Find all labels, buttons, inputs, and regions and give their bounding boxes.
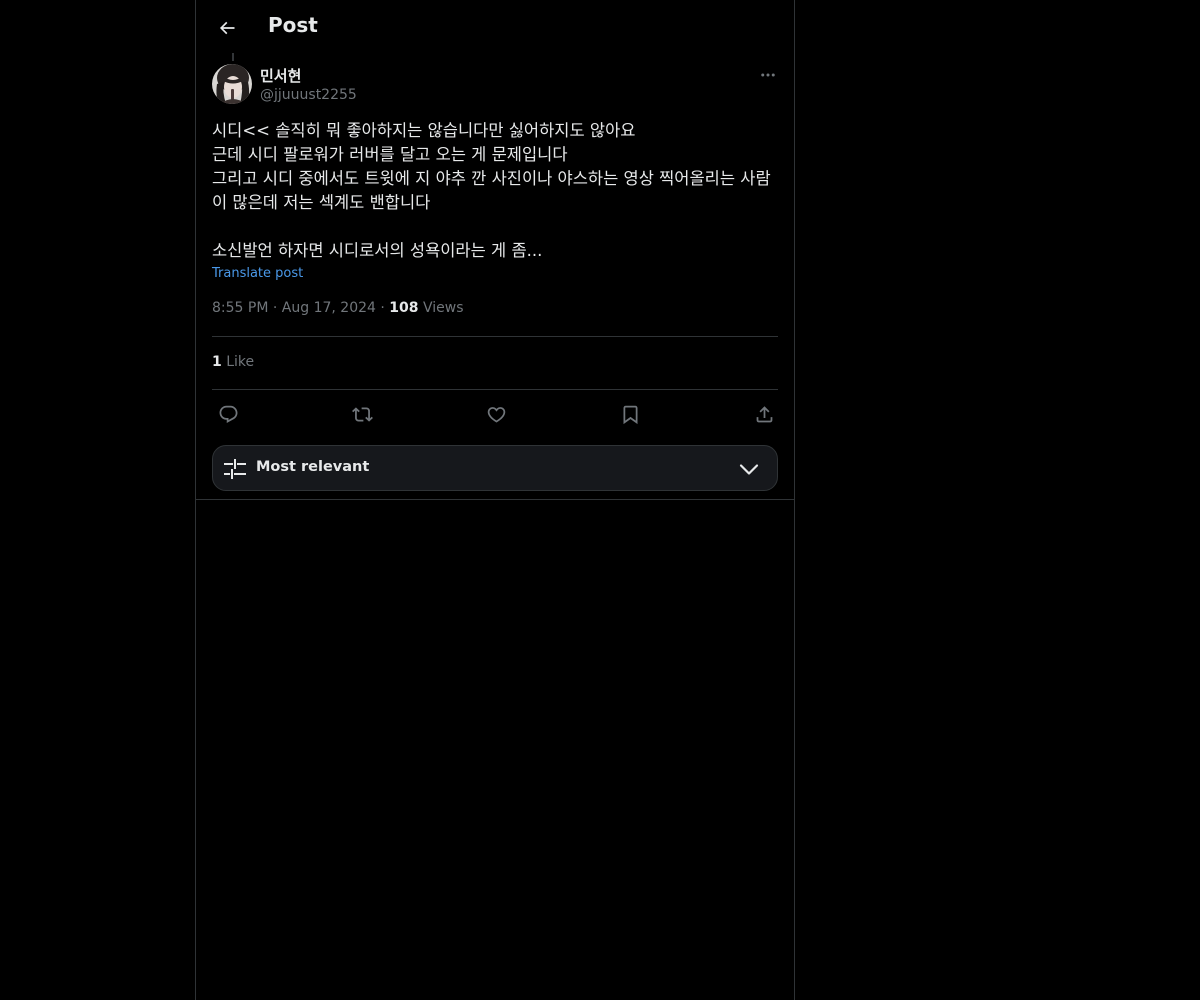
- sort-replies-dropdown[interactable]: Most relevant: [212, 445, 778, 491]
- divider: [212, 336, 778, 337]
- author-handle[interactable]: @jjuuust2255: [260, 87, 357, 103]
- meta-separator: ·: [380, 300, 390, 316]
- page-header: Post: [196, 0, 794, 53]
- main-column: Post 민서현 @jjuuust2255 시디<< 솔직히 뭐 좋아하지는 않…: [195, 0, 795, 1000]
- chevron-down-icon: [737, 457, 761, 481]
- sort-label: Most relevant: [256, 459, 370, 475]
- bookmark-icon: [620, 404, 641, 425]
- repost-icon: [351, 404, 373, 425]
- avatar[interactable]: [212, 64, 252, 104]
- likes-summary[interactable]: 1 Like: [212, 354, 254, 370]
- heart-icon: [486, 404, 507, 425]
- views-count: 108: [389, 300, 419, 316]
- more-horizontal-icon: [759, 66, 777, 84]
- thread-connector-line: [232, 53, 234, 61]
- translate-post-link[interactable]: Translate post: [212, 266, 303, 281]
- repost-button[interactable]: [347, 400, 377, 428]
- likes-count: 1: [212, 354, 222, 370]
- post-date[interactable]: Aug 17, 2024: [282, 300, 376, 316]
- sliders-icon: [223, 457, 247, 481]
- meta-separator: ·: [272, 300, 282, 316]
- divider: [212, 389, 778, 390]
- more-options-button[interactable]: [756, 64, 780, 86]
- back-button[interactable]: [210, 11, 244, 45]
- section-bottom-border: [196, 499, 794, 500]
- arrow-left-icon: [217, 18, 237, 38]
- author-name[interactable]: 민서현: [260, 65, 301, 86]
- post-text: 시디<< 솔직히 뭐 좋아하지는 않습니다만 싫어하지도 않아요 근데 시디 팔…: [212, 121, 771, 260]
- bookmark-button[interactable]: [615, 400, 645, 428]
- post-time[interactable]: 8:55 PM: [212, 300, 268, 316]
- page-title: Post: [268, 13, 318, 37]
- reply-button[interactable]: [213, 400, 243, 428]
- post-metadata: 8:55 PM · Aug 17, 2024 · 108 Views: [212, 300, 464, 316]
- like-button[interactable]: [481, 400, 511, 428]
- share-button[interactable]: [749, 400, 779, 428]
- likes-label: Like: [226, 354, 255, 370]
- reply-icon: [218, 404, 239, 425]
- views-label: Views: [422, 300, 464, 316]
- share-icon: [754, 404, 775, 425]
